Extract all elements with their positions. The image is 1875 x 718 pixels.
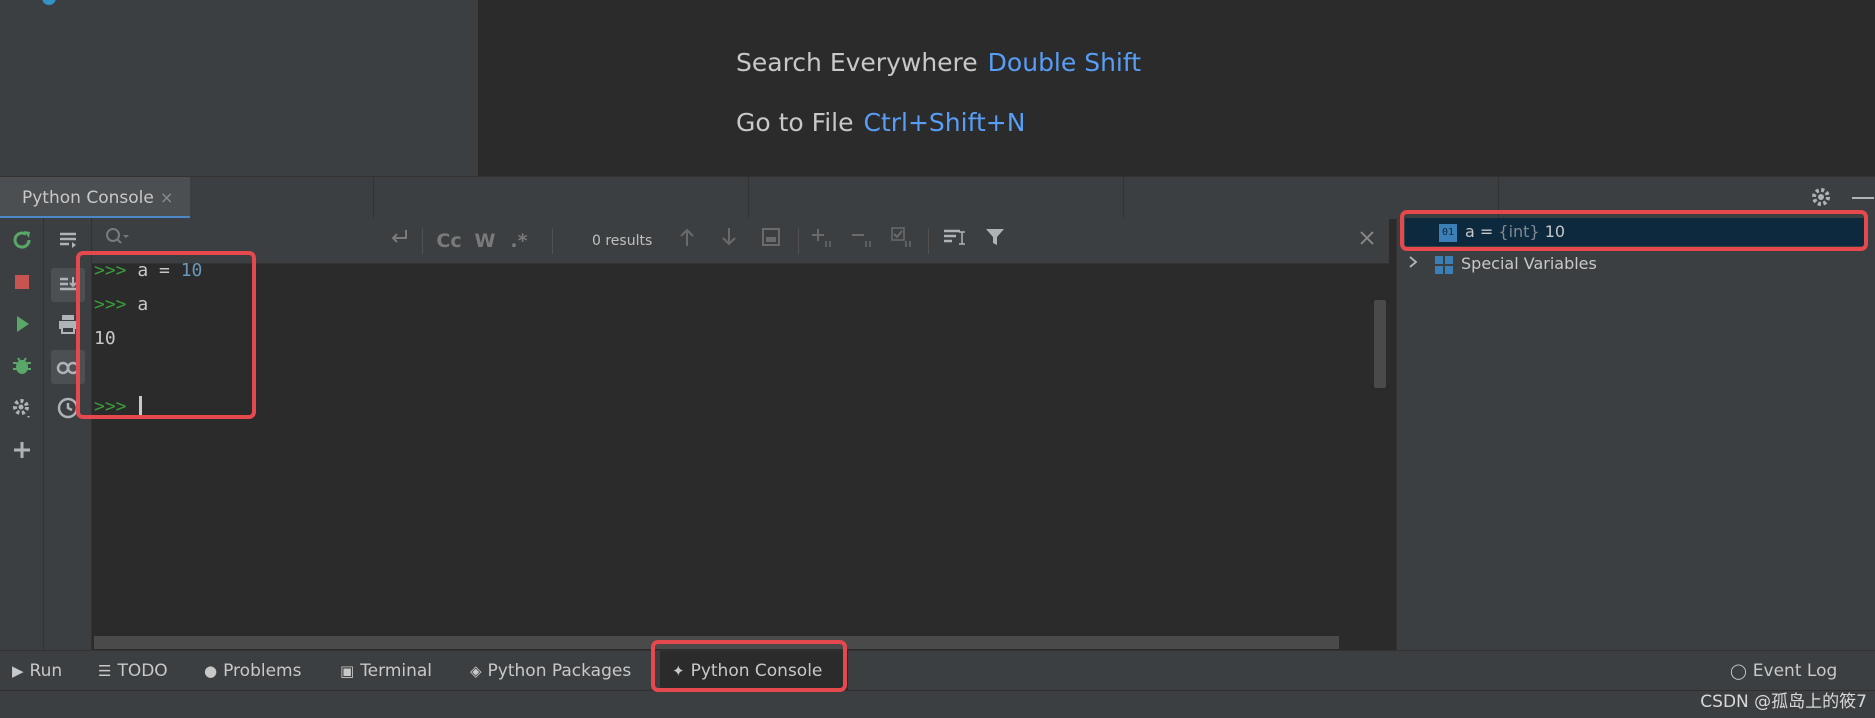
add-occurrence-icon[interactable]	[808, 226, 838, 256]
hint-search-everywhere: Search Everywhere Double Shift	[736, 48, 1141, 77]
match-case-toggle[interactable]: Cc	[432, 226, 466, 256]
add-icon[interactable]	[7, 438, 37, 468]
divider	[422, 228, 423, 254]
tab-label: TODO	[117, 661, 168, 681]
hint-shortcut: Double Shift	[987, 48, 1142, 77]
debug-icon[interactable]	[7, 354, 37, 384]
execute-icon[interactable]	[7, 312, 37, 342]
settings-icon[interactable]	[7, 396, 37, 426]
select-all-icon[interactable]	[888, 226, 918, 256]
header-divider	[1123, 177, 1124, 219]
tab-python-console[interactable]: Python Console ×	[0, 177, 190, 219]
special-variables-node: Special Variables	[1407, 254, 1597, 274]
status-bar	[0, 690, 1875, 718]
previous-occurrence-icon[interactable]	[672, 226, 702, 256]
todo-icon: ☰	[98, 662, 112, 680]
search-results-count: 0 results	[592, 233, 653, 249]
divider	[928, 228, 929, 254]
header-divider	[373, 177, 374, 219]
bottom-tab-problems[interactable]: ● Problems	[204, 651, 301, 691]
minimize-icon[interactable]	[1852, 197, 1874, 199]
console-actions-toolbar	[0, 218, 44, 650]
special-variables-icon	[1435, 255, 1453, 274]
bottom-tab-run[interactable]: ▶ Run	[12, 651, 62, 691]
close-icon[interactable]: ×	[160, 188, 173, 207]
bottom-tab-python-packages[interactable]: ◈ Python Packages	[470, 651, 631, 691]
variables-pane	[1396, 218, 1875, 650]
hint-go-to-file: Go to File Ctrl+Shift+N	[736, 108, 1025, 137]
run-icon: ▶	[12, 662, 24, 680]
bottom-tool-bar: ▶ Run ☰ TODO ● Problems ▣ Terminal ◈ Python P…	[0, 650, 1875, 691]
python-packages-icon: ◈	[470, 662, 482, 680]
gear-icon[interactable]	[1809, 185, 1833, 213]
rerun-icon[interactable]	[7, 228, 37, 258]
event-log-icon: ◯	[1730, 662, 1747, 680]
find-bar: Cc W .* 0 results	[92, 218, 1389, 264]
tab-label: Python Console	[22, 188, 154, 208]
project-pane	[0, 0, 478, 176]
highlight-box-variable	[1400, 210, 1868, 251]
stop-icon[interactable]	[7, 270, 37, 300]
tab-label: Terminal	[360, 661, 433, 681]
next-occurrence-icon[interactable]	[714, 226, 744, 256]
remove-occurrence-icon[interactable]	[848, 226, 878, 256]
event-log-button[interactable]: ◯ Event Log	[1730, 651, 1837, 691]
bottom-tab-terminal[interactable]: ▣ Terminal	[340, 651, 432, 691]
divider	[798, 228, 799, 254]
new-line-icon[interactable]	[384, 226, 414, 256]
select-all-occurrences-icon[interactable]	[756, 226, 786, 256]
tab-label: Problems	[223, 661, 302, 681]
chevron-right-icon[interactable]	[1407, 254, 1429, 273]
console-output[interactable]: >>> a = 10 >>> a 10 >>>	[92, 260, 1389, 650]
special-variables-label: Special Variables	[1461, 254, 1597, 273]
tab-label: Python Packages	[487, 661, 632, 681]
hint-shortcut: Ctrl+Shift+N	[863, 108, 1026, 137]
header-divider	[748, 177, 749, 219]
filter-icon[interactable]	[978, 226, 1012, 256]
divider	[552, 228, 553, 254]
words-toggle[interactable]: W	[470, 226, 500, 256]
highlight-box-python-console-tab	[651, 640, 847, 692]
editor-empty-area	[478, 0, 1875, 176]
close-search-icon[interactable]	[1352, 226, 1382, 256]
bottom-tab-todo[interactable]: ☰ TODO	[98, 651, 168, 691]
terminal-icon: ▣	[340, 662, 355, 680]
highlight-box-console	[76, 251, 256, 419]
filter-search-results-icon[interactable]	[938, 226, 972, 256]
regex-toggle[interactable]: .*	[504, 226, 534, 256]
vertical-scrollbar[interactable]	[1374, 300, 1386, 388]
tab-label: Run	[29, 661, 63, 681]
problems-icon: ●	[204, 662, 218, 680]
special-variables-row[interactable]: Special Variables	[1405, 252, 1867, 280]
hint-label: Search Everywhere	[736, 48, 978, 77]
hint-label: Go to File	[736, 108, 854, 137]
event-log-label: Event Log	[1752, 661, 1838, 681]
watermark: CSDN @孤岛上的筱7	[1700, 692, 1867, 712]
